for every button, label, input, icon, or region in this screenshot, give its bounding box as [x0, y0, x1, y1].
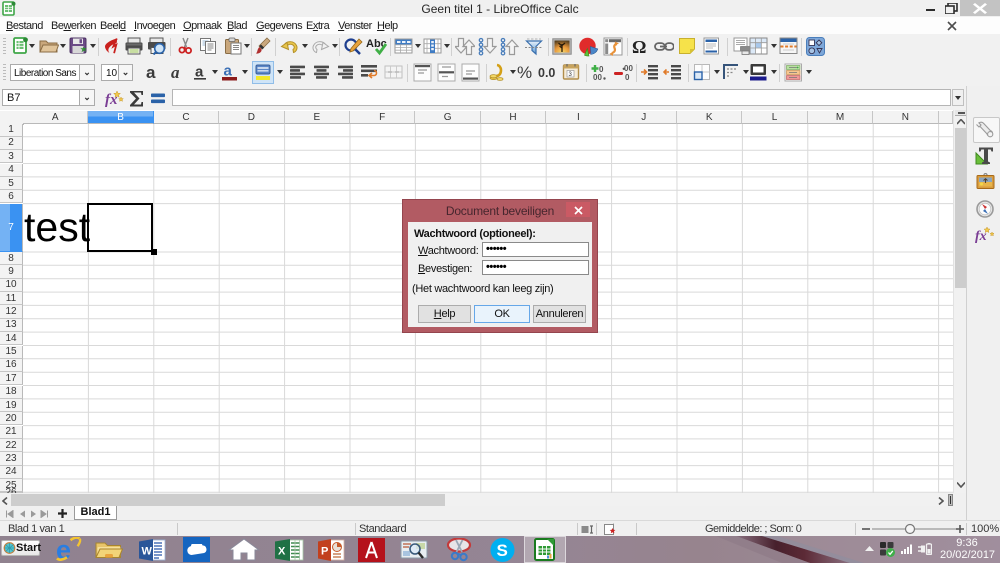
- svg-text:fx: fx: [975, 229, 987, 243]
- svg-text:W: W: [142, 546, 153, 558]
- svg-text:S: S: [497, 541, 508, 560]
- svg-text:P: P: [321, 546, 328, 558]
- svg-text:X: X: [278, 546, 286, 558]
